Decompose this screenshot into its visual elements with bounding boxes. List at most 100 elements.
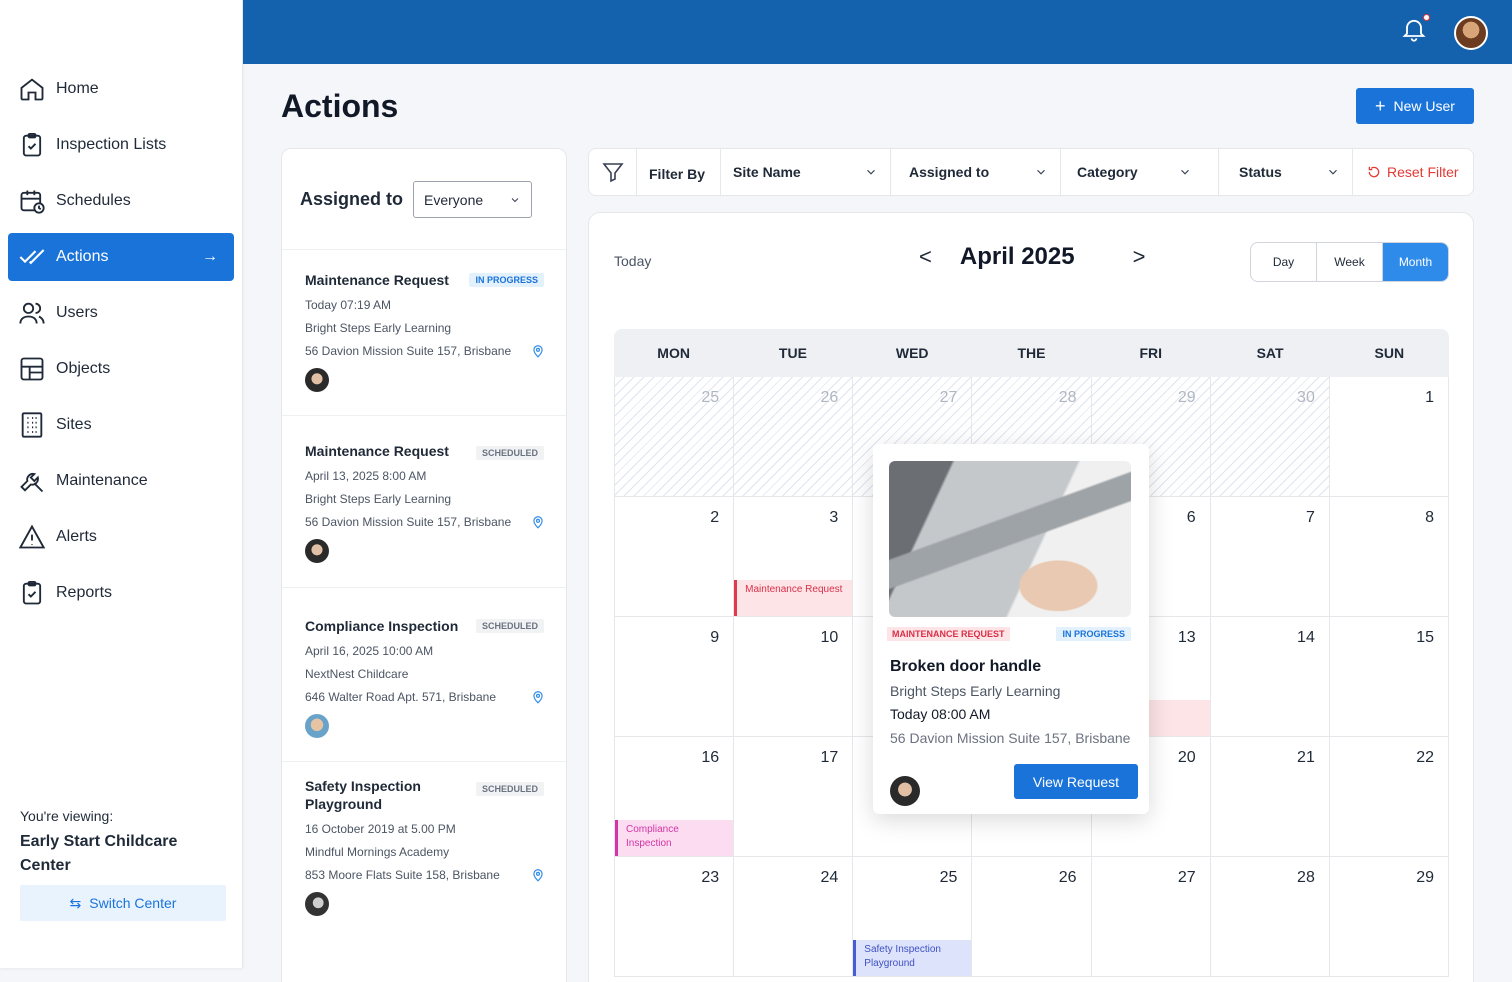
calendar-day[interactable]: 28 — [1211, 857, 1330, 976]
day-number: 22 — [1416, 749, 1434, 766]
calendar-day[interactable]: 8 — [1330, 497, 1449, 616]
calendar-day[interactable]: 25 Safety Inspection Playground — [853, 857, 973, 976]
swap-icon: ⇆ — [69, 894, 82, 911]
popover-site: Bright Steps Early Learning — [890, 683, 1061, 699]
location-pin-icon[interactable] — [531, 868, 545, 882]
sidebar-item-label: Actions — [56, 248, 109, 265]
sidebar-item-alerts[interactable]: Alerts — [8, 513, 234, 561]
calendar-event-safety[interactable]: Safety Inspection Playground — [853, 940, 972, 976]
top-bar — [243, 0, 1512, 64]
day-number: 16 — [701, 749, 720, 766]
sidebar-item-sites[interactable]: Sites — [8, 401, 234, 449]
card-address-row: 56 Davion Mission Suite 157, Brisbane — [305, 344, 545, 358]
list-item[interactable]: Maintenance Request SCHEDULED April 13, … — [282, 415, 566, 587]
calendar-day[interactable]: 14 — [1211, 617, 1330, 736]
card-address-row: 853 Moore Flats Suite 158, Brisbane — [305, 868, 545, 882]
list-item[interactable]: Compliance Inspection SCHEDULED April 16… — [282, 587, 566, 761]
sidebar-item-maintenance[interactable]: Maintenance — [8, 457, 234, 505]
assigned-value: Everyone — [424, 191, 484, 208]
calendar-clock-icon — [20, 190, 45, 214]
weekday-mon: MON — [657, 345, 690, 361]
card-title: Maintenance Request — [305, 272, 449, 288]
weekday-thu: THE — [1017, 345, 1046, 361]
site-filter-label: Site Name — [733, 164, 801, 180]
filter-by-text: Filter By — [649, 166, 706, 182]
sidebar-item-inspection-lists[interactable]: Inspection Lists — [8, 121, 234, 169]
calendar-day[interactable]: 3 Maintenance Request — [734, 497, 854, 616]
calendar-day[interactable]: 30 — [1210, 377, 1330, 496]
calendar-day[interactable]: 23 — [614, 857, 735, 976]
view-day-button[interactable]: Day — [1251, 243, 1317, 281]
card-time: Today 07:19 AM — [305, 298, 392, 312]
card-site: Mindful Mornings Academy — [305, 845, 450, 859]
day-number: 29 — [1416, 869, 1434, 886]
assigned-select[interactable]: Everyone — [413, 181, 533, 218]
calendar-day[interactable]: 7 — [1211, 497, 1330, 616]
location-pin-icon[interactable] — [531, 690, 545, 704]
weekday-sun: SUN — [1374, 345, 1405, 361]
card-address: 853 Moore Flats Suite 158, Brisbane — [305, 868, 500, 882]
sidebar-item-schedules[interactable]: Schedules — [8, 177, 234, 225]
sidebar-item-actions[interactable]: Actions → — [8, 233, 234, 281]
sidebar-item-objects[interactable]: Objects — [8, 345, 234, 393]
status-filter[interactable]: Status — [1219, 149, 1353, 195]
calendar-day[interactable]: 10 — [734, 617, 854, 736]
card-time: April 16, 2025 10:00 AM — [305, 644, 434, 658]
user-avatar[interactable] — [1454, 16, 1488, 50]
calendar-day[interactable]: 22 — [1330, 737, 1449, 856]
notification-bell-icon[interactable] — [1400, 14, 1430, 46]
today-button[interactable]: Today — [614, 253, 651, 269]
sidebar-item-reports[interactable]: Reports — [8, 569, 234, 617]
day-number: 7 — [1305, 509, 1315, 526]
card-address: 646 Walter Road Apt. 571, Brisbane — [305, 690, 497, 704]
sidebar-item-label: Sites — [56, 416, 92, 433]
list-item[interactable]: Safety Inspection Playground SCHEDULED 1… — [282, 761, 566, 982]
assigned-to-filter[interactable]: Assigned to — [891, 149, 1061, 195]
filter-bar: Filter By Site Name Assigned to Category… — [588, 148, 1474, 196]
view-month-button[interactable]: Month — [1383, 243, 1448, 281]
view-week-button[interactable]: Week — [1317, 243, 1383, 281]
sidebar-item-home[interactable]: Home — [8, 65, 234, 113]
calendar-day[interactable]: 29 — [1330, 857, 1449, 976]
calendar-event-maintenance[interactable]: Maintenance Request — [734, 580, 853, 616]
view-request-button[interactable]: View Request — [1014, 764, 1138, 799]
day-number: 27 — [1177, 869, 1196, 886]
new-user-button[interactable]: + New User — [1356, 88, 1474, 124]
building-icon — [21, 412, 43, 438]
weekday-fri: FRI — [1139, 345, 1163, 361]
day-number: 1 — [1425, 389, 1434, 406]
calendar-day[interactable]: 21 — [1211, 737, 1330, 856]
popover-title: Broken door handle — [890, 658, 1042, 675]
assignee-avatar — [305, 539, 329, 563]
chevron-left-icon[interactable]: < — [919, 244, 932, 270]
calendar-day[interactable]: 15 — [1330, 617, 1449, 736]
location-pin-icon[interactable] — [531, 515, 545, 529]
filter-icon[interactable] — [589, 149, 637, 195]
reset-filter-button[interactable]: Reset Filter — [1353, 164, 1473, 180]
calendar-day[interactable]: 2 — [614, 497, 735, 616]
calendar-day[interactable]: 27 — [1092, 857, 1211, 976]
location-pin-icon[interactable] — [531, 344, 545, 358]
calendar-event-compliance[interactable]: Compliance Inspection — [615, 820, 734, 856]
calendar-day[interactable]: 16 Compliance Inspection — [614, 737, 735, 856]
calendar-day[interactable]: 26 — [734, 377, 854, 496]
calendar-day[interactable]: 17 — [734, 737, 854, 856]
site-name-filter[interactable]: Site Name — [721, 149, 891, 195]
new-user-label: New User — [1393, 98, 1455, 114]
sidebar-item-label: Inspection Lists — [56, 136, 167, 153]
calendar-day[interactable]: 24 — [734, 857, 854, 976]
card-time: 16 October 2019 at 5.00 PM — [305, 822, 456, 836]
sidebar-item-users[interactable]: Users — [8, 289, 234, 337]
calendar-day[interactable]: 9 — [614, 617, 735, 736]
list-item[interactable]: Maintenance Request IN PROGRESS Today 07… — [282, 249, 566, 415]
weekday-tue: TUE — [778, 345, 807, 361]
calendar-day[interactable]: 26 — [972, 857, 1092, 976]
assigned-filter: Assigned to Everyone — [300, 181, 533, 218]
calendar-day[interactable]: 25 — [614, 377, 735, 496]
category-filter[interactable]: Category — [1061, 149, 1219, 195]
switch-center-button[interactable]: ⇆ Switch Center — [20, 885, 226, 921]
day-number: 30 — [1297, 389, 1315, 406]
current-center: You're viewing: Early Start Childcare Ce… — [20, 808, 220, 878]
calendar-day[interactable]: 1 — [1330, 377, 1449, 496]
chevron-right-icon[interactable]: > — [1133, 244, 1146, 270]
